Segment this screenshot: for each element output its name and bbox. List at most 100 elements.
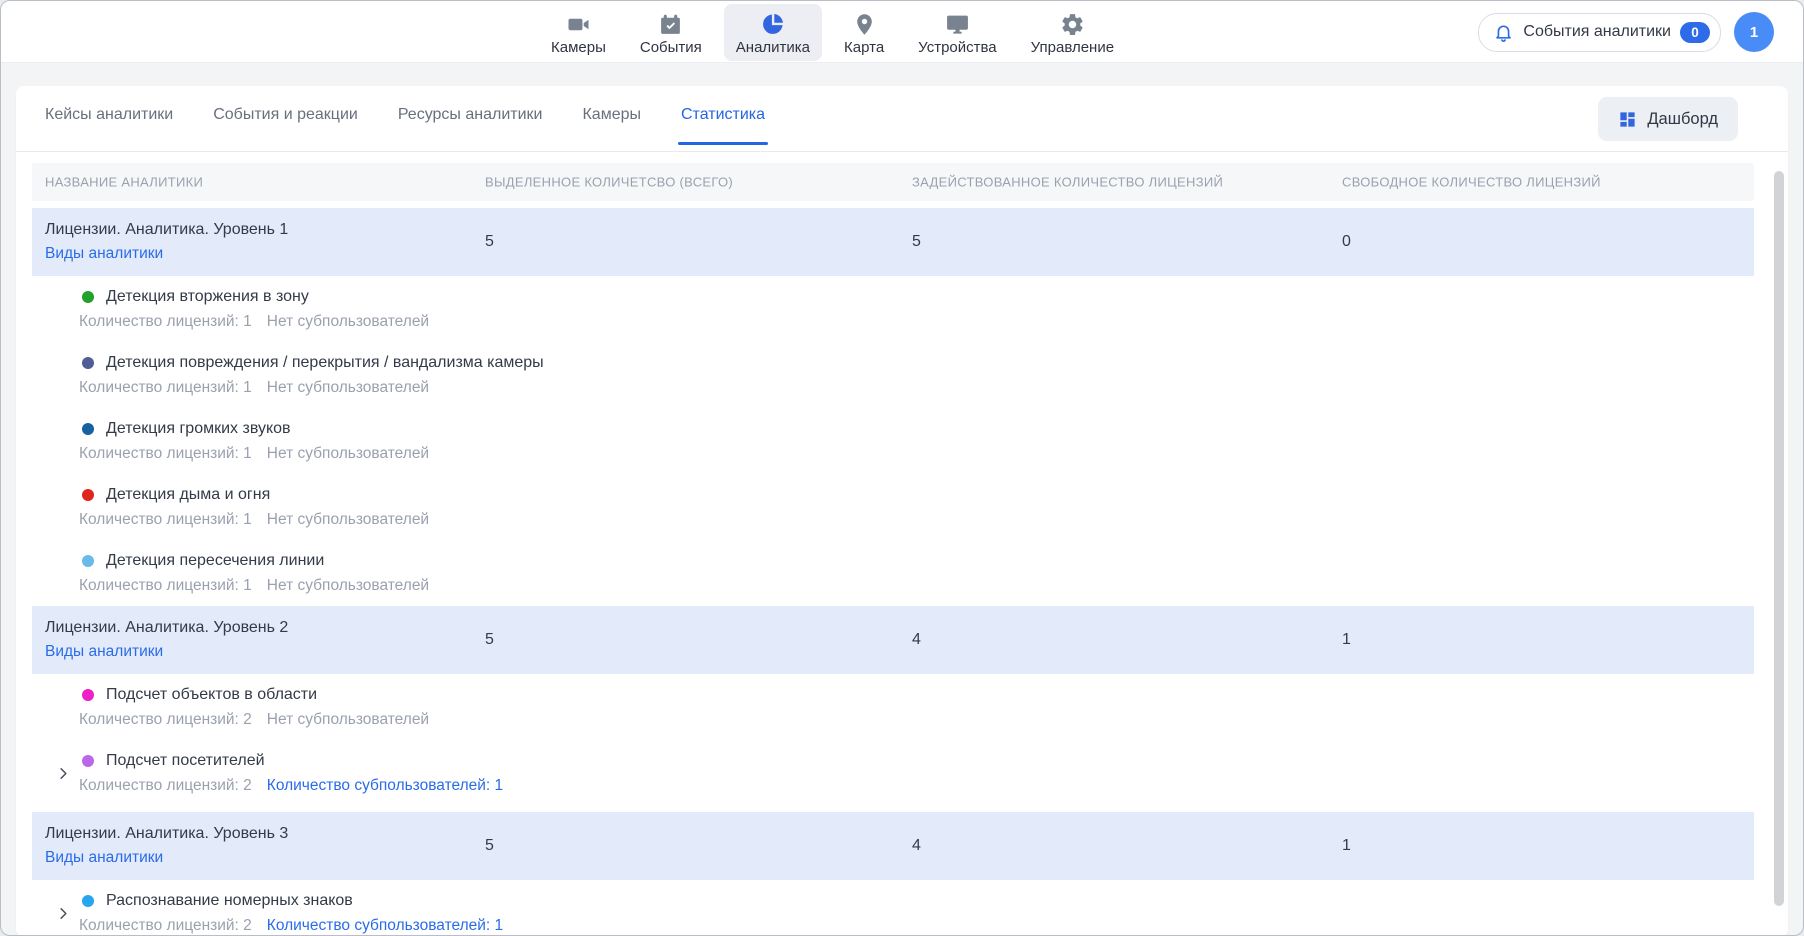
nav-label-management: Управление bbox=[1031, 39, 1114, 56]
allocated-value: 5 bbox=[485, 837, 494, 855]
tab-analytics-cases[interactable]: Кейсы аналитики bbox=[45, 92, 173, 145]
group-name-cell: Лицензии. Аналитика. Уровень 2 Виды анал… bbox=[45, 616, 288, 664]
monitor-icon bbox=[944, 11, 970, 37]
table-header-row: НАЗВАНИЕ АНАЛИТИКИ ВЫДЕЛЕННОЕ КОЛИЧЕТСВО… bbox=[32, 163, 1754, 201]
chevron-right-icon[interactable] bbox=[50, 760, 76, 786]
events-count-badge: 0 bbox=[1680, 22, 1710, 43]
tab-cameras[interactable]: Камеры bbox=[582, 92, 641, 145]
map-pin-icon bbox=[851, 11, 877, 37]
analytics-color-dot bbox=[82, 291, 94, 303]
subusers-text: Нет субпользователей bbox=[267, 710, 429, 730]
analytics-item-row: Подсчет объектов в области Количество ли… bbox=[32, 674, 1754, 740]
license-count-text: Количество лицензий: 1 bbox=[79, 510, 252, 530]
analytics-types-link[interactable]: Виды аналитики bbox=[45, 242, 163, 266]
pie-chart-icon bbox=[760, 11, 786, 37]
license-count-text: Количество лицензий: 2 bbox=[79, 710, 252, 730]
nav-item-events[interactable]: События bbox=[628, 4, 714, 61]
group-name-cell: Лицензии. Аналитика. Уровень 3 Виды анал… bbox=[45, 822, 288, 870]
vertical-scrollbar[interactable] bbox=[1773, 86, 1784, 936]
app-window: Камеры События bbox=[0, 0, 1804, 936]
subusers-text: Нет субпользователей bbox=[267, 378, 429, 398]
analytics-item-row: Детекция громких звуков Количество лицен… bbox=[32, 408, 1754, 474]
license-group-row-level-1[interactable]: Лицензии. Аналитика. Уровень 1 Виды анал… bbox=[32, 208, 1754, 276]
license-count-text: Количество лицензий: 1 bbox=[79, 576, 252, 596]
analytics-events-button[interactable]: События аналитики 0 bbox=[1478, 13, 1721, 52]
analytics-item-name: Детекция громких звуков bbox=[106, 419, 291, 439]
subusers-text: Нет субпользователей bbox=[267, 312, 429, 332]
analytics-color-dot bbox=[82, 357, 94, 369]
event-icon bbox=[658, 11, 684, 37]
subusers-count-link[interactable]: Количество субпользователей: 1 bbox=[267, 776, 503, 796]
dashboard-label: Дашборд bbox=[1647, 110, 1718, 129]
analytics-color-dot bbox=[82, 489, 94, 501]
analytics-color-dot bbox=[82, 895, 94, 907]
col-header-used: ЗАДЕЙСТВОВАННОЕ КОЛИЧЕСТВО ЛИЦЕНЗИЙ bbox=[912, 175, 1223, 190]
col-header-analytics-name: НАЗВАНИЕ АНАЛИТИКИ bbox=[45, 175, 203, 190]
nav-item-map[interactable]: Карта bbox=[832, 4, 896, 61]
gear-icon bbox=[1059, 11, 1085, 37]
group-title: Лицензии. Аналитика. Уровень 3 bbox=[45, 822, 288, 846]
subusers-text: Нет субпользователей bbox=[267, 510, 429, 530]
videocam-icon bbox=[565, 11, 591, 37]
license-count-text: Количество лицензий: 1 bbox=[79, 312, 252, 332]
group-title: Лицензии. Аналитика. Уровень 1 bbox=[45, 218, 288, 242]
nav-item-cameras[interactable]: Камеры bbox=[539, 4, 618, 61]
subusers-text: Нет субпользователей bbox=[267, 576, 429, 596]
analytics-card: Кейсы аналитики События и реакции Ресурс… bbox=[16, 86, 1788, 936]
topbar-right: События аналитики 0 1 bbox=[1478, 12, 1774, 52]
analytics-item-name: Подсчет объектов в области bbox=[106, 685, 317, 705]
analytics-color-dot bbox=[82, 423, 94, 435]
license-group-row-level-2[interactable]: Лицензии. Аналитика. Уровень 2 Виды анал… bbox=[32, 606, 1754, 674]
scrollbar-thumb[interactable] bbox=[1774, 171, 1784, 906]
analytics-item-name: Распознавание номерных знаков bbox=[106, 891, 353, 911]
dashboard-grid-icon bbox=[1618, 110, 1637, 129]
analytics-color-dot bbox=[82, 555, 94, 567]
license-count-text: Количество лицензий: 1 bbox=[79, 444, 252, 464]
nav-item-devices[interactable]: Устройства bbox=[906, 4, 1008, 61]
license-count-text: Количество лицензий: 2 bbox=[79, 916, 252, 936]
analytics-item-row-expandable: Подсчет посетителей Количество лицензий:… bbox=[32, 740, 1754, 812]
analytics-events-label: События аналитики bbox=[1523, 23, 1671, 41]
subusers-count-link[interactable]: Количество субпользователей: 1 bbox=[267, 916, 503, 936]
free-value: 1 bbox=[1342, 631, 1351, 649]
tab-analytics-resources[interactable]: Ресурсы аналитики bbox=[398, 92, 543, 145]
analytics-item-row: Детекция дыма и огня Количество лицензий… bbox=[32, 474, 1754, 540]
bell-icon bbox=[1493, 22, 1514, 43]
analytics-types-link[interactable]: Виды аналитики bbox=[45, 640, 163, 664]
nav-label-map: Карта bbox=[844, 39, 884, 56]
col-header-allocated: ВЫДЕЛЕННОЕ КОЛИЧЕТСВО (ВСЕГО) bbox=[485, 175, 733, 190]
tab-events-reactions[interactable]: События и реакции bbox=[213, 92, 358, 145]
topbar: Камеры События bbox=[1, 1, 1803, 63]
allocated-value: 5 bbox=[485, 631, 494, 649]
chevron-right-icon[interactable] bbox=[50, 900, 76, 926]
group-title: Лицензии. Аналитика. Уровень 2 bbox=[45, 616, 288, 640]
nav-item-analytics[interactable]: Аналитика bbox=[724, 4, 822, 61]
analytics-types-link[interactable]: Виды аналитики bbox=[45, 846, 163, 870]
main-nav: Камеры События bbox=[539, 4, 1126, 61]
nav-item-management[interactable]: Управление bbox=[1019, 4, 1126, 61]
license-group-row-level-3[interactable]: Лицензии. Аналитика. Уровень 3 Виды анал… bbox=[32, 812, 1754, 880]
analytics-color-dot bbox=[82, 755, 94, 767]
allocated-value: 5 bbox=[485, 233, 494, 251]
analytics-item-name: Детекция повреждения / перекрытия / ванд… bbox=[106, 353, 544, 373]
analytics-item-row-expandable: Распознавание номерных знаков Количество… bbox=[32, 880, 1754, 936]
subusers-text: Нет субпользователей bbox=[267, 444, 429, 464]
nav-label-events: События bbox=[640, 39, 702, 56]
nav-label-cameras: Камеры bbox=[551, 39, 606, 56]
dashboard-button[interactable]: Дашборд bbox=[1598, 97, 1738, 141]
free-value: 0 bbox=[1342, 233, 1351, 251]
used-value: 5 bbox=[912, 233, 921, 251]
statistics-table: НАЗВАНИЕ АНАЛИТИКИ ВЫДЕЛЕННОЕ КОЛИЧЕТСВО… bbox=[32, 163, 1754, 936]
content-area: Кейсы аналитики События и реакции Ресурс… bbox=[1, 63, 1803, 936]
col-header-free: СВОБОДНОЕ КОЛИЧЕСТВО ЛИЦЕНЗИЙ bbox=[1342, 175, 1601, 190]
analytics-item-name: Детекция дыма и огня bbox=[106, 485, 270, 505]
tab-statistics[interactable]: Статистика bbox=[681, 92, 765, 145]
license-count-text: Количество лицензий: 2 bbox=[79, 776, 252, 796]
analytics-item-name: Детекция пересечения линии bbox=[106, 551, 324, 571]
avatar[interactable]: 1 bbox=[1734, 12, 1774, 52]
used-value: 4 bbox=[912, 837, 921, 855]
analytics-item-row: Детекция повреждения / перекрытия / ванд… bbox=[32, 342, 1754, 408]
group-name-cell: Лицензии. Аналитика. Уровень 1 Виды анал… bbox=[45, 218, 288, 266]
analytics-color-dot bbox=[82, 689, 94, 701]
license-count-text: Количество лицензий: 1 bbox=[79, 378, 252, 398]
